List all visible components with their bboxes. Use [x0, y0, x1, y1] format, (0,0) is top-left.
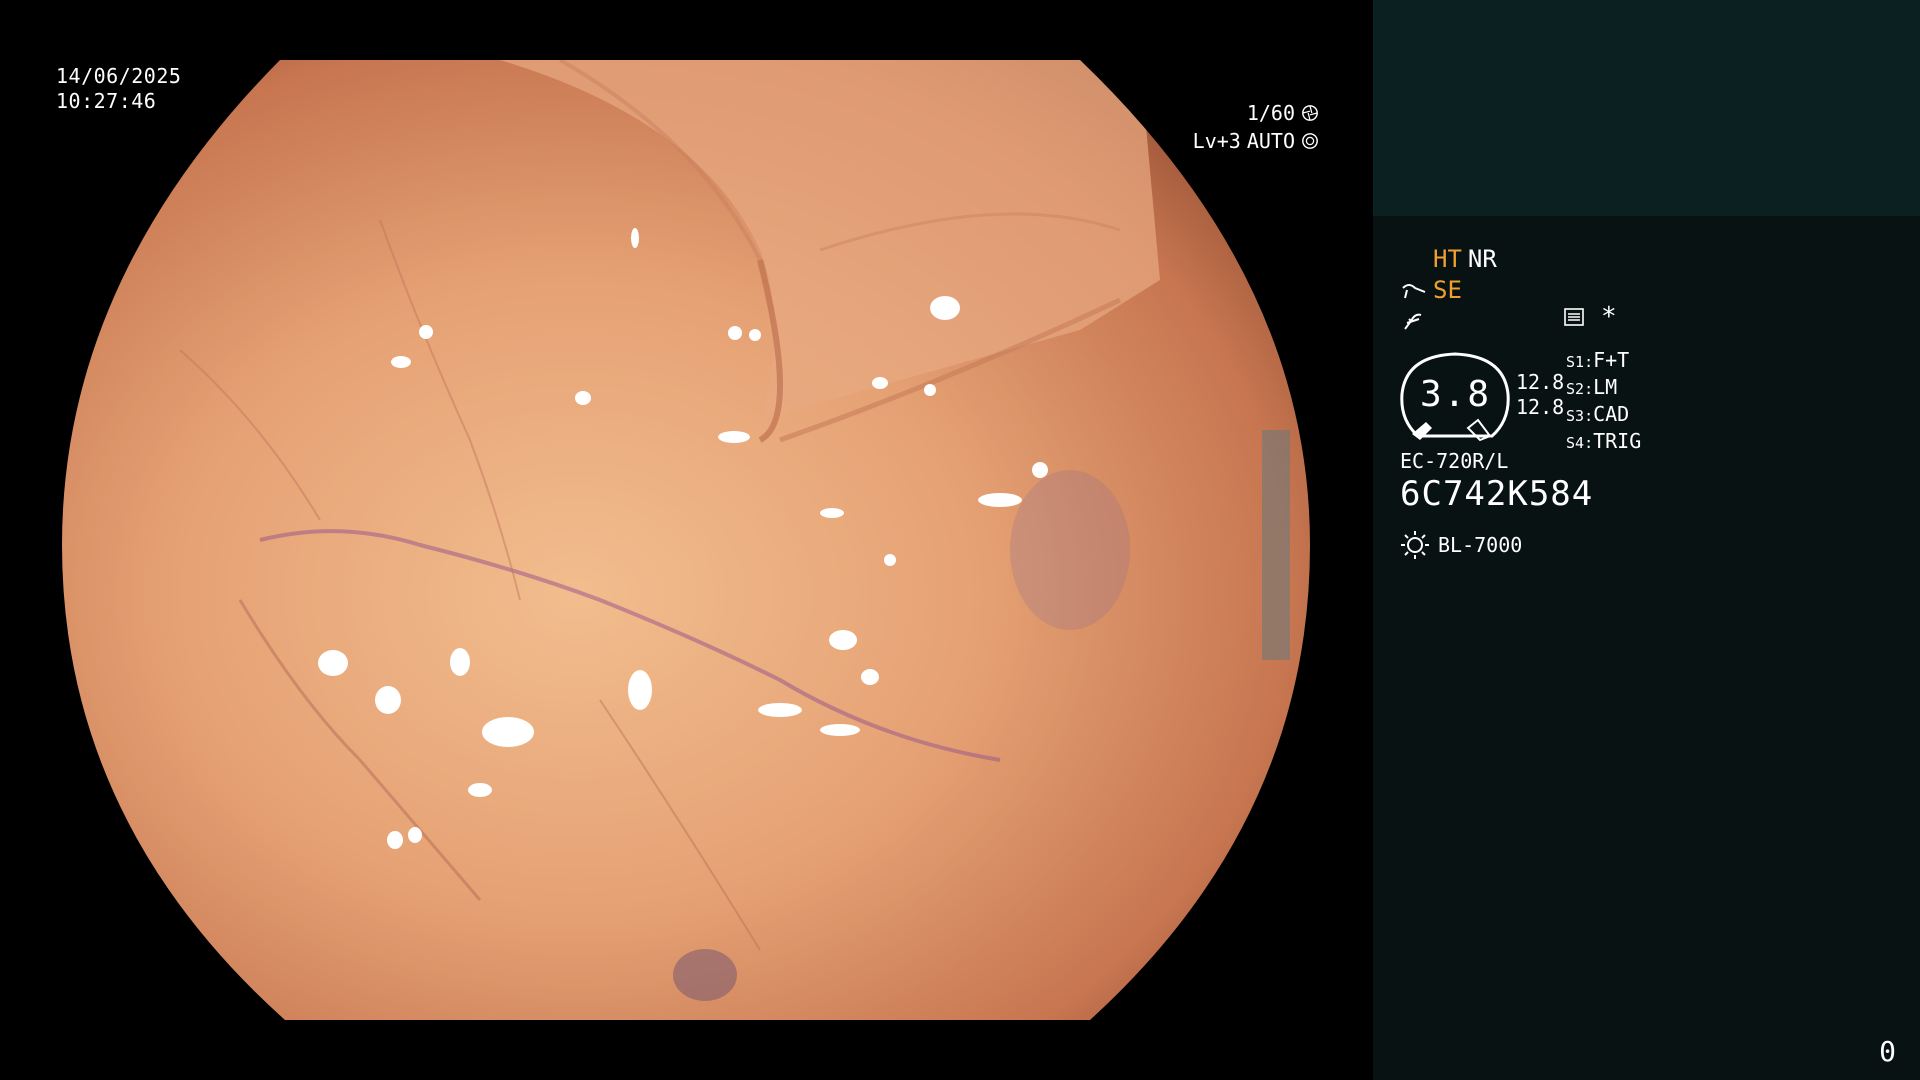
switch-key: S3	[1566, 407, 1585, 425]
setting-icons: *	[1563, 302, 1617, 332]
serial-number: 6C742K584	[1400, 474, 1594, 514]
nr-mode-label: NR	[1467, 245, 1497, 273]
mode-line-ht-nr: HT NR	[1401, 244, 1497, 275]
switch-key: S2	[1566, 380, 1585, 398]
dual-values: 12.8 12.8	[1516, 370, 1564, 420]
sun-icon	[1401, 531, 1429, 559]
scope-model: EC-720R/L	[1400, 449, 1509, 473]
mode-line-se: SE	[1401, 275, 1497, 306]
status-panel: HT NR SE * 3.8 12.8 12.8 S1:F+T S2:LM S3…	[1373, 0, 1920, 1080]
iris-icon	[1302, 133, 1318, 149]
shutter-icon	[1302, 105, 1318, 121]
value-lower: 12.8	[1516, 395, 1565, 419]
enhancement-icon	[1404, 313, 1422, 330]
switch-row-s3: S3:CAD	[1566, 402, 1630, 426]
switch-row-s4: S4:TRIG	[1566, 429, 1642, 453]
switch-value: CAD	[1593, 402, 1630, 426]
settings-list-icon	[1564, 308, 1584, 326]
switch-row-s1: S1:F+T	[1566, 348, 1630, 372]
iris-level: Lv+3	[1192, 129, 1241, 153]
switch-assignments: S1:F+T S2:LM S3:CAD S4:TRIG	[1566, 348, 1641, 456]
se-mode-label: SE	[1433, 276, 1462, 304]
panel-header-area	[1373, 0, 1920, 216]
switch-key: S1	[1566, 353, 1585, 371]
shutter-row: 1/60	[1193, 99, 1319, 127]
mode-line-enhance	[1401, 306, 1497, 337]
light-source: BL-7000	[1400, 530, 1522, 560]
light-source-label: BL-7000	[1438, 533, 1523, 557]
iris-mode: AUTO	[1246, 129, 1295, 153]
se-mode-icon	[1402, 283, 1426, 298]
asterisk-marker: *	[1601, 302, 1617, 332]
switch-value: LM	[1593, 375, 1618, 399]
shutter-speed: 1/60	[1246, 101, 1295, 125]
switch-row-s2: S2:LM	[1566, 375, 1618, 399]
endoscopic-image	[62, 60, 1310, 1020]
date-text: 14/06/2025	[56, 64, 182, 88]
switch-value: TRIG	[1593, 429, 1642, 453]
image-counter: 0	[1879, 1035, 1896, 1068]
ht-mode-label: HT	[1433, 245, 1462, 273]
gauge-value: 3.8	[1419, 374, 1492, 415]
value-upper: 12.8	[1516, 370, 1565, 394]
switch-key: S4	[1566, 434, 1585, 452]
endoscopic-view: 14/06/2025 10:27:46 1/60 Lv+3 AUTO	[0, 0, 1373, 1080]
time-text: 10:27:46	[56, 89, 157, 113]
exposure-settings: 1/60 Lv+3 AUTO	[1193, 99, 1319, 155]
processing-modes: HT NR SE	[1401, 244, 1497, 337]
iris-row: Lv+3 AUTO	[1193, 127, 1319, 155]
date-time-display: 14/06/2025 10:27:46	[56, 64, 181, 114]
switch-value: F+T	[1593, 348, 1630, 372]
